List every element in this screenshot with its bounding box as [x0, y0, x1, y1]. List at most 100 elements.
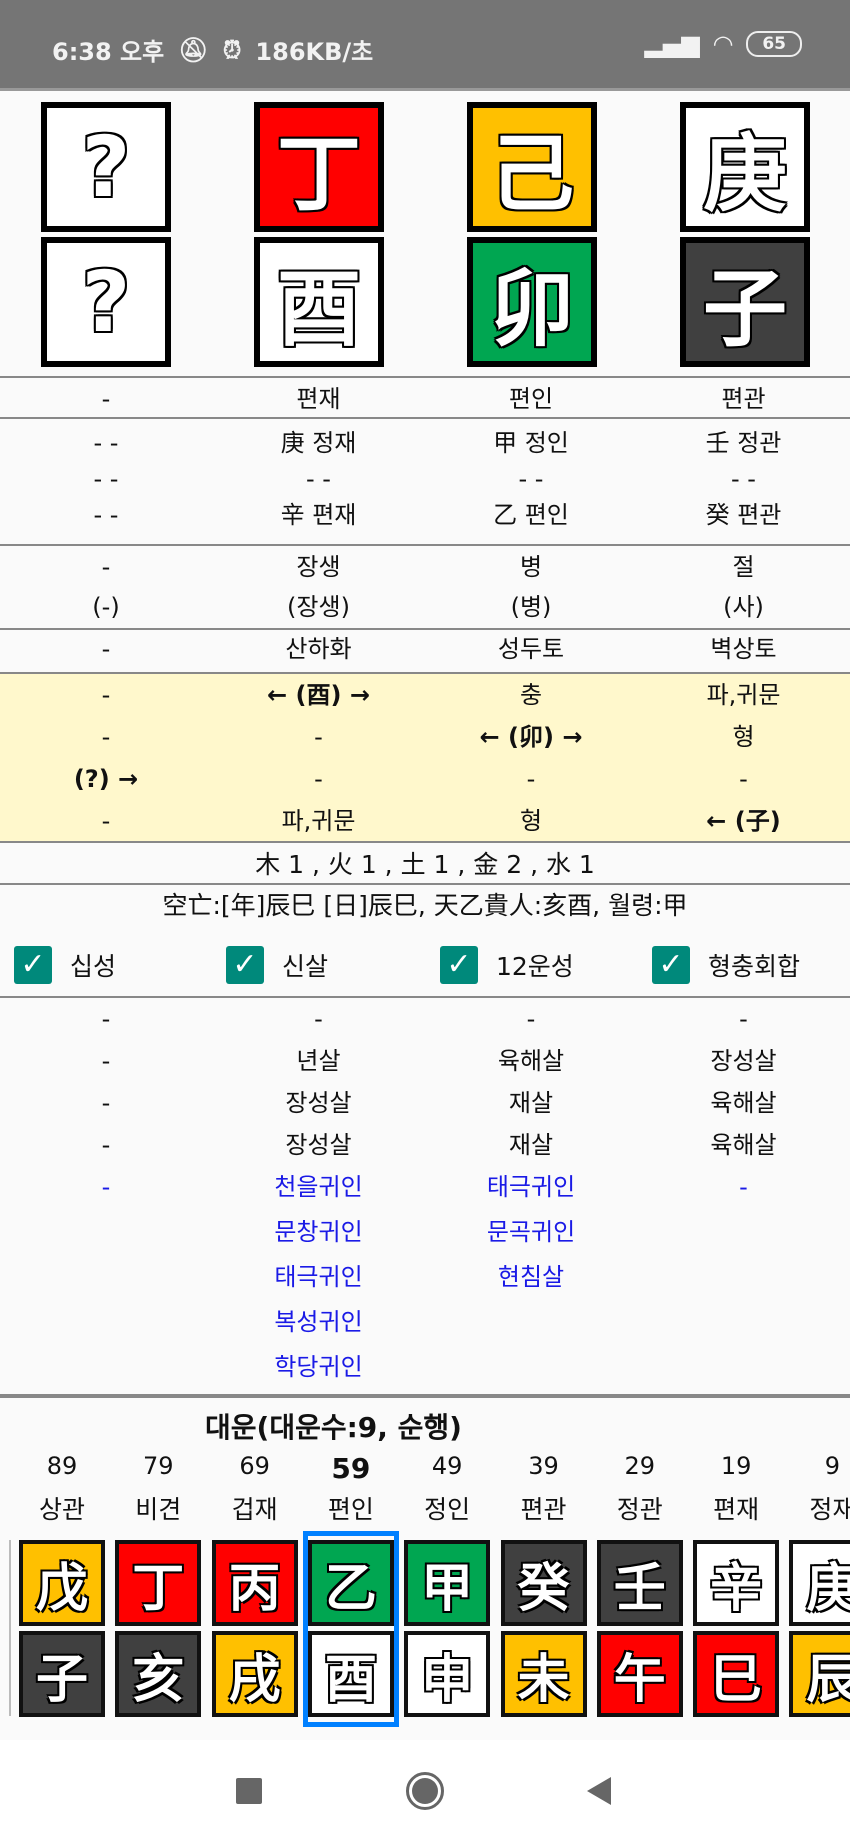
relation-cell: 형: [732, 723, 755, 751]
checkbox-2[interactable]: ✓ 신살: [226, 946, 328, 984]
daewoon-branch-box[interactable]: 巳: [693, 1631, 780, 1717]
daewoon-stem-box[interactable]: 丙: [211, 1540, 298, 1626]
heavenly-stem-box[interactable]: ?: [41, 102, 171, 232]
checkbox-icon[interactable]: ✓: [226, 946, 264, 984]
sinsal-item: -: [101, 1005, 111, 1033]
relation-cell: -: [314, 723, 323, 751]
relation-cell: 파,귀문: [281, 807, 356, 835]
earthly-branch-box[interactable]: 卯: [467, 237, 597, 367]
daewoon-branch-box[interactable]: 亥: [115, 1631, 202, 1717]
checkbox-label: 12운성: [496, 952, 574, 981]
checkbox-label: 십성: [70, 952, 117, 981]
daewoon-age[interactable]: 89: [14, 1452, 110, 1480]
earthly-branch-box[interactable]: 子: [680, 237, 810, 367]
sinsal-item: -: [314, 1005, 323, 1033]
hidden-stem: - -: [731, 465, 756, 493]
hidden-stem: - -: [93, 465, 119, 493]
divider: [0, 417, 850, 419]
daewoon-stem-box[interactable]: 丁: [115, 1540, 202, 1626]
daewoon-stem-box[interactable]: 辛: [693, 1540, 780, 1626]
divider: [0, 376, 850, 378]
sinsal-item: 재살: [508, 1089, 554, 1117]
daewoon-stem-box[interactable]: 甲: [404, 1540, 491, 1626]
hidden-stem: 癸 편관: [705, 501, 782, 529]
heavenly-stem-box[interactable]: 己: [467, 102, 597, 232]
relation-cell: ← (酉) →: [267, 681, 370, 709]
divider: [0, 996, 850, 998]
sinsal-item: -: [526, 1005, 536, 1033]
daewoon-age[interactable]: 69: [207, 1452, 303, 1480]
checkbox-3[interactable]: ✓ 12운성: [440, 946, 574, 984]
relation-cell: -: [739, 765, 748, 793]
earthly-branch-box[interactable]: 酉: [254, 237, 384, 367]
daewoon-age[interactable]: 59: [303, 1452, 399, 1485]
daewoon-ten-god[interactable]: 정인: [399, 1490, 495, 1526]
checkbox-icon[interactable]: ✓: [440, 946, 478, 984]
divider: [0, 672, 850, 674]
checkbox-1[interactable]: ✓ 십성: [14, 946, 116, 984]
daewoon-age[interactable]: 29: [592, 1452, 688, 1480]
gwiin-item: 태극귀인: [486, 1173, 576, 1201]
daewoon-branch-box[interactable]: 午: [596, 1631, 683, 1717]
divider: [0, 841, 850, 843]
daewoon-ten-god[interactable]: 편재: [688, 1490, 784, 1526]
checkbox-icon[interactable]: ✓: [14, 946, 52, 984]
daewoon-branch-box[interactable]: 申: [404, 1631, 491, 1717]
daewoon-ten-god[interactable]: 비견: [110, 1490, 206, 1526]
divider: [0, 88, 850, 91]
daewoon-ten-god[interactable]: 편관: [496, 1490, 592, 1526]
signal-icon: ▂▄▆: [644, 30, 700, 58]
clock: 6:38 오후: [52, 38, 165, 66]
sinsal-item: 장성살: [285, 1131, 352, 1159]
heavenly-stem-box[interactable]: 丁: [254, 102, 384, 232]
relation-cell: 충: [519, 681, 543, 709]
square-icon[interactable]: [236, 1778, 262, 1804]
twelve-stage: 병: [519, 553, 543, 581]
daewoon-branch-box[interactable]: 子: [19, 1631, 105, 1717]
hidden-stem: - -: [518, 465, 544, 493]
daewoon-ten-god[interactable]: 편인: [303, 1490, 399, 1526]
hidden-stem: 壬 정관: [705, 429, 782, 457]
daewoon-age[interactable]: 9: [784, 1452, 850, 1480]
gwiin-item: 문곡귀인: [486, 1218, 576, 1246]
heavenly-stem-box[interactable]: 庚: [680, 102, 810, 232]
twelve-stage: 절: [732, 553, 755, 581]
checkbox-4[interactable]: ✓ 형충회합: [652, 946, 800, 984]
daewoon-age[interactable]: 39: [496, 1452, 592, 1480]
daewoon-age[interactable]: 79: [110, 1452, 206, 1480]
circle-icon[interactable]: [406, 1772, 444, 1810]
relation-cell: (?) →: [73, 765, 139, 793]
daewoon-ten-god[interactable]: 정관: [592, 1490, 688, 1526]
daewoon-age[interactable]: 19: [688, 1452, 784, 1480]
daewoon-stem-box[interactable]: 戊: [19, 1540, 105, 1626]
relation-cell: 형: [519, 807, 543, 835]
relation-cell: -: [101, 723, 111, 751]
sinsal-item: -: [101, 1089, 111, 1117]
status-bar: 6:38 오후 🔕︎ ⏰︎ 186KB/초 ▂▄▆ ◠ 65: [0, 0, 850, 88]
ten-god-label: 편관: [721, 385, 766, 413]
daewoon-age[interactable]: 49: [399, 1452, 495, 1480]
daewoon-ten-god[interactable]: 정재: [784, 1490, 850, 1526]
daewoon-branch-box[interactable]: 戌: [211, 1631, 298, 1717]
sinsal-item: 장성살: [285, 1089, 352, 1117]
daewoon-ten-god[interactable]: 상관: [14, 1490, 110, 1526]
daewoon-stem-box[interactable]: 癸: [500, 1540, 587, 1626]
napeum-label: 성두토: [497, 635, 565, 663]
triangle-back-icon[interactable]: [587, 1777, 611, 1805]
selected-daewoon-highlight: [303, 1531, 399, 1727]
alarm-icon: ⏰︎: [222, 35, 242, 64]
gwiin-item: -: [739, 1173, 748, 1201]
daewoon-branch-box[interactable]: 辰: [789, 1631, 850, 1717]
daewoon-stem-box[interactable]: 庚: [789, 1540, 850, 1626]
relation-cell: -: [314, 765, 323, 793]
daewoon-stem-box[interactable]: 壬: [596, 1540, 683, 1626]
checkbox-icon[interactable]: ✓: [652, 946, 690, 984]
napeum-label: 산하화: [285, 635, 352, 663]
hidden-stem: 甲 정인: [493, 429, 569, 457]
divider: [9, 1540, 11, 1716]
twelve-stage: (사): [723, 593, 764, 621]
daewoon-branch-box[interactable]: 未: [500, 1631, 587, 1717]
hidden-stem: 庚 정재: [280, 429, 357, 457]
daewoon-ten-god[interactable]: 겁재: [207, 1490, 303, 1526]
earthly-branch-box[interactable]: ?: [41, 237, 171, 367]
